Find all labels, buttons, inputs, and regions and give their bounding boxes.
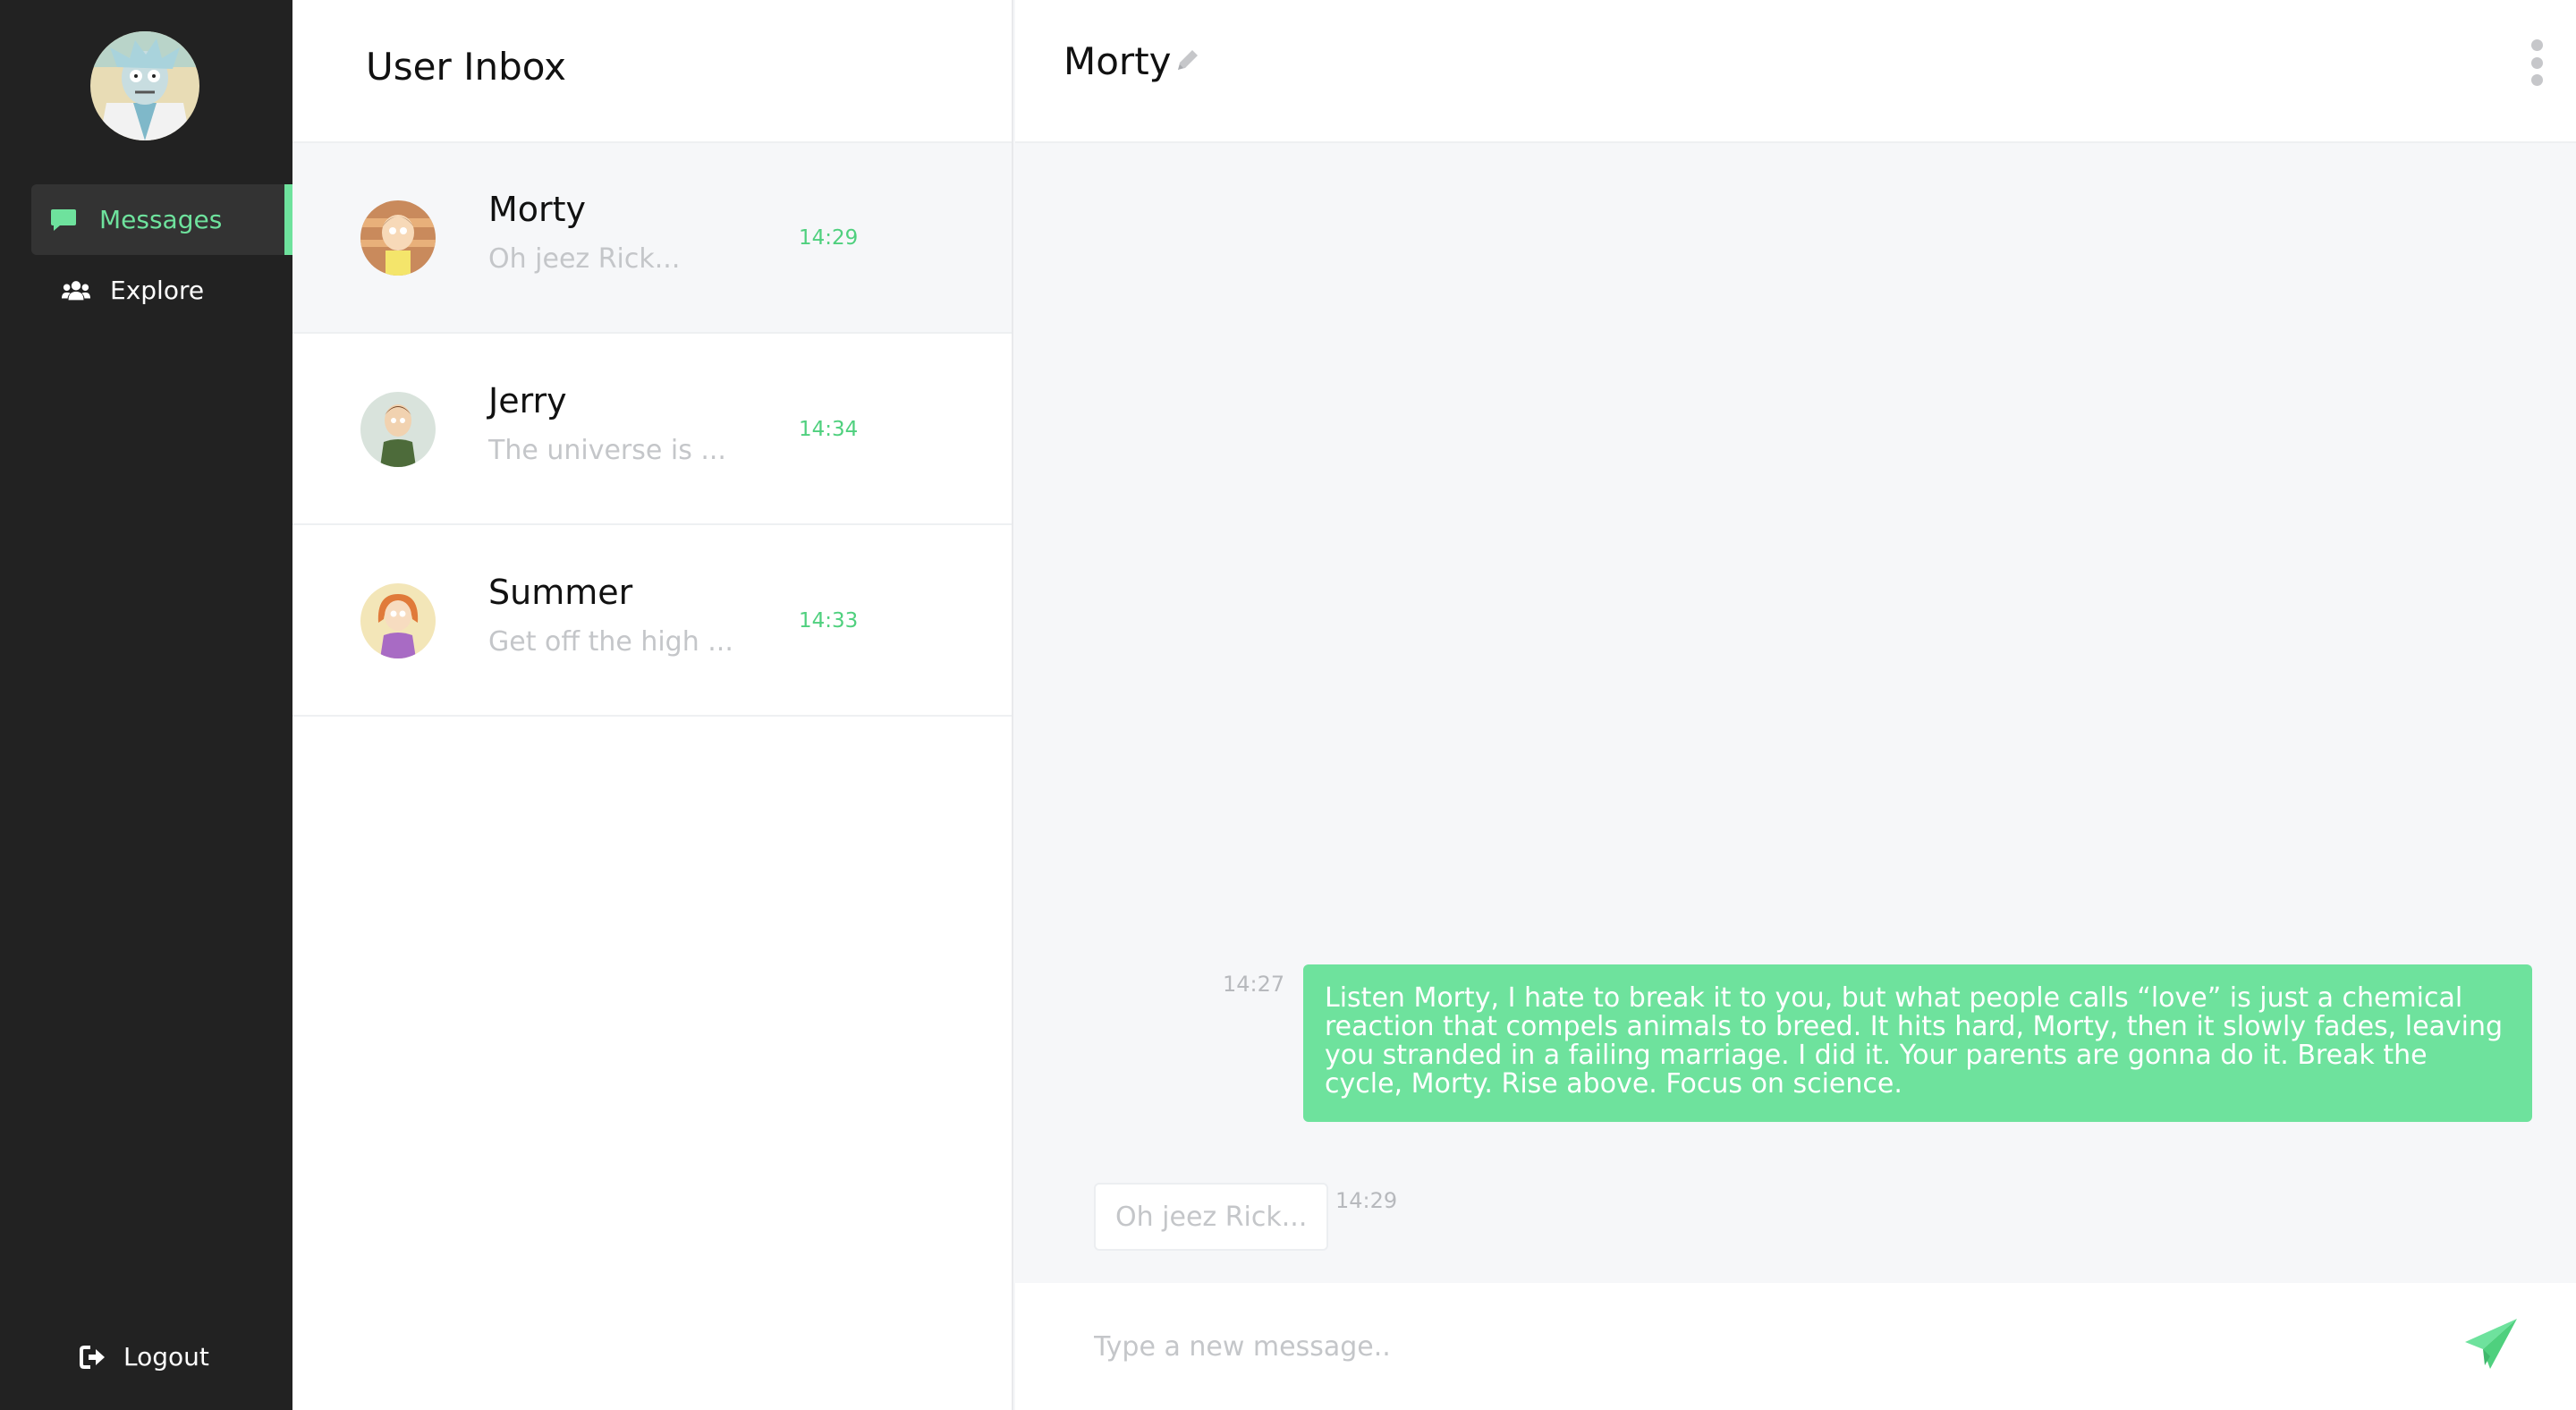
logout-label: Logout: [123, 1342, 209, 1372]
inbox-panel: User Inbox Morty Oh jeez Rick... 14:29 J…: [292, 0, 1013, 1410]
conversation-time: 14:29: [799, 226, 859, 250]
conversation-time: 14:34: [799, 418, 859, 441]
message-input[interactable]: [1094, 1319, 2436, 1374]
avatar: [360, 583, 436, 658]
message-time: 14:29: [1335, 1188, 1398, 1213]
main-sidebar: Messages Explore Logout: [0, 0, 292, 1410]
send-icon[interactable]: [2463, 1315, 2521, 1372]
more-options-icon[interactable]: [2528, 39, 2546, 86]
conversation-name: Morty: [488, 190, 587, 229]
conversation-preview: Get off the high ...: [488, 626, 733, 658]
avatar: [360, 200, 436, 276]
sidebar-item-label: Messages: [99, 205, 223, 234]
conversation-summer[interactable]: Summer Get off the high ... 14:33: [292, 526, 1012, 717]
conversation-name: Summer: [488, 573, 633, 612]
message-time: 14:27: [1223, 972, 1285, 997]
chat-bubble-icon: [49, 206, 78, 234]
sidebar-item-explore[interactable]: Explore: [31, 255, 292, 326]
conversation-preview: The universe is ...: [488, 435, 726, 466]
conversation-jerry[interactable]: Jerry The universe is ... 14:34: [292, 335, 1012, 525]
user-avatar[interactable]: [90, 31, 199, 140]
incoming-message: Oh jeez Rick...: [1094, 1183, 1329, 1251]
conversation-name: Jerry: [488, 381, 567, 420]
message-composer: [1015, 1283, 2576, 1410]
inbox-header: User Inbox: [292, 0, 1012, 143]
chat-panel: Morty 14:27 Listen Morty, I hate to brea…: [1015, 0, 2576, 1410]
sidebar-item-label: Explore: [110, 276, 205, 305]
avatar: [360, 392, 436, 467]
edit-pencil-icon[interactable]: [1173, 47, 1201, 75]
conversation-time: 14:33: [799, 609, 859, 633]
outgoing-message: Listen Morty, I hate to break it to you,…: [1303, 964, 2532, 1122]
sign-out-icon: [79, 1343, 107, 1372]
conversation-preview: Oh jeez Rick...: [488, 243, 681, 275]
inbox-title: User Inbox: [366, 45, 567, 89]
chat-title: Morty: [1063, 39, 1172, 83]
users-icon: [62, 276, 90, 305]
sidebar-item-messages[interactable]: Messages: [31, 184, 292, 255]
conversation-morty[interactable]: Morty Oh jeez Rick... 14:29: [292, 143, 1012, 334]
chat-header: Morty: [1015, 0, 2576, 143]
logout-button[interactable]: Logout: [79, 1342, 209, 1372]
